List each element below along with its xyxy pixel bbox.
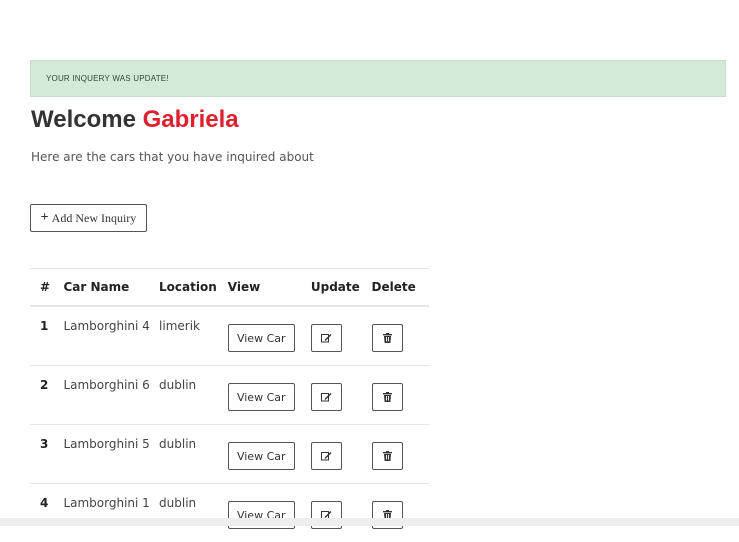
row-number: 1 — [30, 306, 63, 366]
user-name: Gabriela — [143, 106, 239, 133]
row-number: 4 — [30, 484, 63, 542]
edit-icon — [321, 333, 332, 343]
row-location: limerik — [159, 306, 228, 366]
page-title: Welcome Gabriela — [31, 104, 239, 136]
table-row: 2 Lamborghini 6 dublin View Car — [30, 366, 429, 425]
edit-icon — [321, 451, 332, 461]
row-view-cell: View Car — [228, 306, 311, 366]
row-delete-cell — [372, 425, 430, 484]
row-delete-cell — [372, 484, 430, 542]
trash-icon — [383, 451, 392, 461]
view-car-button[interactable]: View Car — [228, 324, 295, 352]
add-new-inquiry-button[interactable]: + Add New Inquiry — [30, 204, 147, 232]
header-car-name: Car Name — [63, 269, 159, 307]
row-car-name: Lamborghini 1 — [63, 484, 159, 542]
row-delete-cell — [372, 366, 430, 425]
view-car-button[interactable]: View Car — [228, 383, 295, 411]
update-button[interactable] — [311, 442, 342, 470]
add-new-inquiry-label: Add New Inquiry — [52, 211, 137, 226]
row-number: 3 — [30, 425, 63, 484]
row-update-cell — [311, 484, 372, 542]
row-car-name: Lamborghini 4 — [63, 306, 159, 366]
footer-bar — [0, 518, 739, 526]
row-number: 2 — [30, 366, 63, 425]
header-view: View — [228, 269, 311, 307]
trash-icon — [383, 392, 392, 402]
delete-button[interactable] — [372, 324, 403, 352]
row-view-cell: View Car — [228, 425, 311, 484]
row-update-cell — [311, 425, 372, 484]
table-row: 1 Lamborghini 4 limerik View Car — [30, 306, 429, 366]
row-view-cell: View Car — [228, 484, 311, 542]
row-location: dublin — [159, 484, 228, 542]
row-location: dublin — [159, 366, 228, 425]
table-header-row: # Car Name Location View Update Delete — [30, 269, 429, 307]
header-update: Update — [311, 269, 372, 307]
row-car-name: Lamborghini 5 — [63, 425, 159, 484]
table-row: 3 Lamborghini 5 dublin View Car — [30, 425, 429, 484]
row-update-cell — [311, 306, 372, 366]
header-delete: Delete — [372, 269, 430, 307]
row-view-cell: View Car — [228, 366, 311, 425]
plus-icon: + — [41, 211, 49, 225]
row-location: dublin — [159, 425, 228, 484]
success-alert: YOUR INQUERY WAS UPDATE! — [30, 60, 726, 97]
delete-button[interactable] — [372, 442, 403, 470]
edit-icon — [321, 392, 332, 402]
page-subtitle: Here are the cars that you have inquired… — [31, 150, 314, 164]
update-button[interactable] — [311, 383, 342, 411]
delete-button[interactable] — [372, 383, 403, 411]
header-number: # — [30, 269, 63, 307]
table-row: 4 Lamborghini 1 dublin View Car — [30, 484, 429, 542]
row-delete-cell — [372, 306, 430, 366]
update-button[interactable] — [311, 324, 342, 352]
header-location: Location — [159, 269, 228, 307]
trash-icon — [383, 333, 392, 343]
view-car-button[interactable]: View Car — [228, 442, 295, 470]
welcome-text: Welcome — [31, 106, 136, 133]
row-update-cell — [311, 366, 372, 425]
row-car-name: Lamborghini 6 — [63, 366, 159, 425]
inquiries-table: # Car Name Location View Update Delete 1… — [30, 268, 429, 542]
